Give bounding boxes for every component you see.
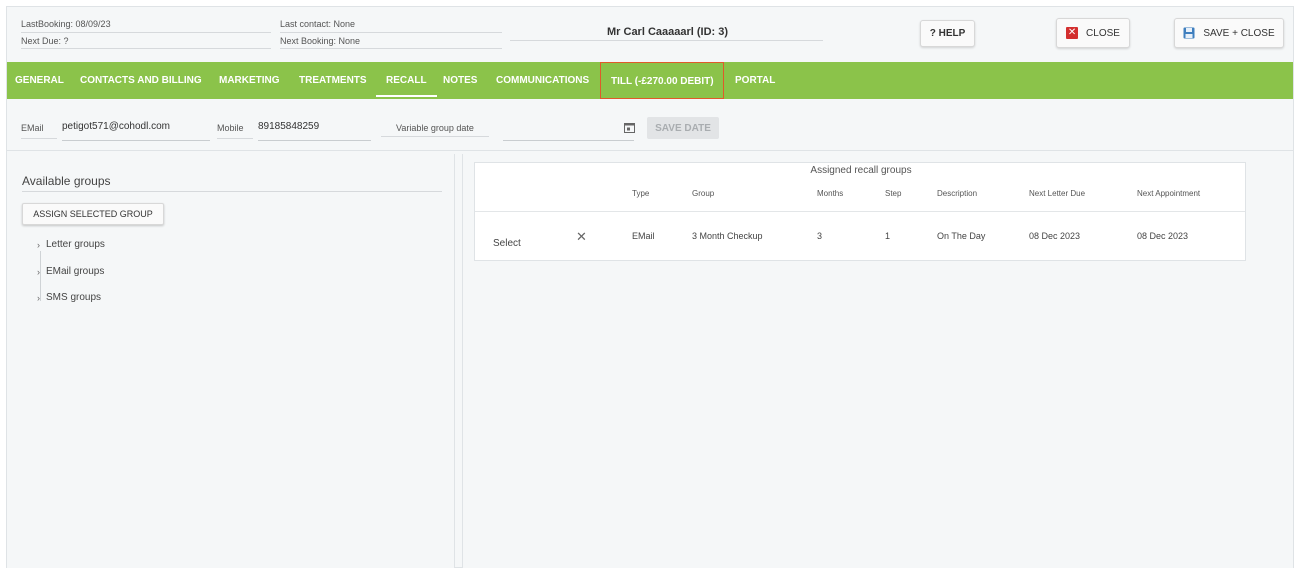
header-divider (475, 211, 1245, 212)
available-groups-panel: Available groups ASSIGN SELECTED GROUP ›… (7, 154, 455, 568)
header-bar: LastBooking: 08/09/23 Next Due: ? Last c… (7, 7, 1293, 62)
contact-field-row: EMail petigot571@cohodl.com Mobile 89185… (7, 105, 1293, 151)
patient-window: LastBooking: 08/09/23 Next Due: ? Last c… (6, 6, 1294, 568)
tab-notes[interactable]: NOTES (443, 62, 477, 99)
tab-communications[interactable]: COMMUNICATIONS (496, 62, 589, 99)
remove-icon[interactable]: ✕ (576, 229, 587, 245)
tab-contacts-and-billing[interactable]: CONTACTS AND BILLING (80, 62, 202, 99)
cell-next-appointment: 08 Dec 2023 (1137, 231, 1189, 241)
help-button[interactable]: ? HELP (920, 20, 975, 47)
cell-group: 3 Month Checkup (692, 231, 763, 241)
column-header-months: Months (817, 189, 844, 198)
next-due: Next Due: ? (21, 36, 69, 46)
help-label: ? HELP (929, 28, 966, 39)
save-icon (1183, 27, 1195, 39)
email-label: EMail (21, 123, 44, 133)
close-label: CLOSE (1086, 27, 1120, 39)
calendar-icon[interactable] (624, 120, 636, 133)
close-icon: ✕ (1066, 27, 1079, 39)
column-header-group: Group (692, 189, 715, 198)
tab-general[interactable]: GENERAL (15, 62, 64, 99)
cell-next-letter-due: 08 Dec 2023 (1029, 231, 1081, 241)
patient-title: Mr Carl Caaaaarl (ID: 3) (607, 26, 729, 38)
mobile-label: Mobile (217, 123, 244, 133)
tab-marketing[interactable]: MARKETING (219, 62, 280, 99)
tab-recall[interactable]: RECALL (376, 62, 437, 99)
tree-item-label: SMS groups (46, 292, 102, 303)
close-button[interactable]: ✕ CLOSE (1056, 18, 1130, 48)
cell-months: 3 (817, 231, 823, 241)
cell-step: 1 (885, 231, 891, 241)
tab-till[interactable]: TILL (-£270.00 DEBIT) (600, 62, 724, 99)
assigned-groups-panel: Assigned recall groups Type Group Months… (462, 154, 1293, 568)
tab-bar: GENERAL CONTACTS AND BILLING MARKETING T… (7, 62, 1293, 99)
save-close-button[interactable]: SAVE + CLOSE (1174, 18, 1284, 48)
tree-item-label: Letter groups (46, 239, 105, 250)
variable-group-date-label: Variable group date (396, 123, 474, 133)
assigned-groups-title: Assigned recall groups (810, 165, 912, 176)
assign-selected-group-button[interactable]: ASSIGN SELECTED GROUP (22, 203, 164, 225)
column-header-type: Type (632, 189, 650, 198)
last-booking: LastBooking: 08/09/23 (21, 19, 111, 29)
mobile-field[interactable]: 89185848259 (258, 121, 319, 132)
last-contact: Last contact: None (280, 19, 356, 29)
save-date-label: SAVE DATE (655, 122, 711, 134)
assign-label: ASSIGN SELECTED GROUP (33, 209, 153, 219)
chevron-right-icon: › (37, 239, 40, 250)
chevron-right-icon: › (37, 292, 40, 303)
save-date-button[interactable]: SAVE DATE (647, 117, 719, 139)
column-header-description: Description (937, 189, 978, 198)
tree-item-sms-groups[interactable]: › SMS groups (37, 292, 101, 303)
tab-treatments[interactable]: TREATMENTS (299, 62, 367, 99)
tree-item-letter-groups[interactable]: › Letter groups (37, 239, 105, 250)
next-booking: Next Booking: None (280, 36, 361, 46)
available-groups-title: Available groups (22, 174, 111, 188)
assigned-recall-groups-table: Assigned recall groups Type Group Months… (474, 162, 1246, 261)
cell-description: On The Day (937, 231, 986, 241)
column-header-next-appointment: Next Appointment (1137, 189, 1201, 198)
save-close-label: SAVE + CLOSE (1203, 27, 1275, 39)
row-select-link[interactable]: Select (493, 238, 521, 249)
tree-item-label: EMail groups (46, 266, 105, 277)
email-field[interactable]: petigot571@cohodl.com (62, 121, 170, 132)
tab-portal[interactable]: PORTAL (735, 62, 775, 99)
column-header-next-letter-due: Next Letter Due (1029, 189, 1086, 198)
tree-item-email-groups[interactable]: › EMail groups (37, 266, 104, 277)
chevron-right-icon: › (37, 266, 40, 277)
column-header-step: Step (885, 189, 902, 198)
cell-type: EMail (632, 231, 655, 241)
